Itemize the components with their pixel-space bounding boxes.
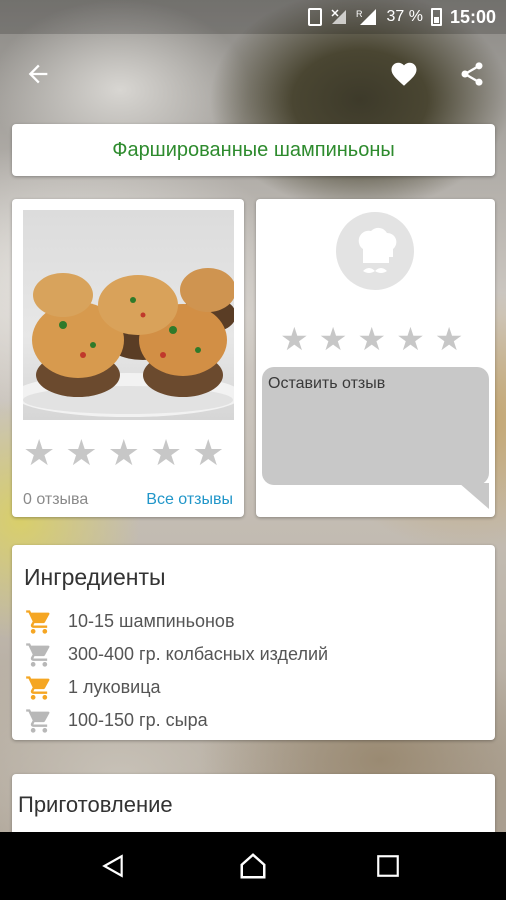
clock: 15:00 — [449, 6, 496, 27]
ingredient-item: 10-15 шампиньонов — [24, 605, 328, 638]
star-icon: ★ — [23, 432, 56, 473]
recipe-title-card: Фаршированные шампиньоны — [12, 124, 495, 176]
battery-icon — [430, 8, 442, 26]
ingredients-title: Ингредиенты — [24, 564, 166, 590]
ingredients-card: Ингредиенты 10-15 шампиньонов 300-400 гр.… — [12, 545, 495, 740]
nav-recents-icon[interactable] — [372, 850, 404, 882]
cart-icon[interactable] — [24, 707, 54, 735]
navigation-bar — [0, 832, 506, 900]
star-icon: ★ — [192, 432, 225, 473]
app-bar — [0, 40, 506, 110]
arrow-left-icon[interactable] — [20, 56, 56, 92]
review-rating-input[interactable]: ★ ★ ★ ★ ★ — [280, 323, 463, 355]
share-icon[interactable] — [454, 56, 490, 92]
star-icon: ★ — [149, 432, 183, 473]
no-signal-icon — [331, 9, 347, 24]
recipe-photo[interactable] — [23, 210, 234, 420]
all-reviews-link[interactable]: Все отзывы — [146, 491, 233, 509]
battery-percent: 37 % — [386, 8, 423, 25]
heart-icon[interactable] — [386, 56, 422, 92]
ingredient-text: 100-150 гр. сыра — [68, 710, 208, 730]
star-icon: ★ — [65, 432, 98, 473]
status-bar: R 37 % 15:00 — [0, 0, 506, 34]
ingredient-text: 10-15 шампиньонов — [68, 611, 235, 631]
ingredient-text: 1 луковица — [68, 677, 161, 697]
ingredients-list: 10-15 шампиньонов 300-400 гр. колбасных и… — [24, 605, 328, 737]
review-card: ★ ★ ★ ★ ★ Оставить отзыв — [256, 199, 495, 517]
ingredient-text: 300-400 гр. колбасных изделий — [68, 644, 329, 664]
cart-icon[interactable] — [24, 608, 54, 636]
star-icon[interactable]: ★ — [435, 323, 464, 355]
chef-icon — [336, 212, 414, 290]
cart-icon[interactable] — [24, 674, 54, 702]
cart-icon[interactable] — [24, 641, 54, 669]
signal-roaming-icon: R — [356, 9, 377, 25]
preparation-title: Приготовление — [18, 792, 173, 817]
review-placeholder: Оставить отзыв — [268, 375, 386, 392]
ingredient-item: 1 луковица — [24, 671, 328, 704]
recipe-title: Фаршированные шампиньоны — [112, 138, 395, 161]
recipe-rating: ★ ★ ★ ★ ★ — [23, 435, 224, 471]
nav-back-icon[interactable] — [97, 850, 129, 882]
preparation-card: Приготовление — [12, 774, 495, 834]
star-icon: ★ — [107, 432, 140, 473]
star-icon[interactable]: ★ — [280, 323, 309, 355]
reviews-count: 0 отзыва — [23, 491, 89, 508]
recipe-photo-card: ★ ★ ★ ★ ★ 0 отзыва Все отзывы — [12, 199, 244, 517]
ingredient-item: 300-400 гр. колбасных изделий — [24, 638, 328, 671]
star-icon[interactable]: ★ — [357, 323, 386, 355]
star-icon[interactable]: ★ — [319, 323, 348, 355]
ingredient-item: 100-150 гр. сыра — [24, 704, 328, 737]
nav-home-icon[interactable] — [237, 850, 269, 882]
svg-text:R: R — [356, 9, 363, 19]
star-icon[interactable]: ★ — [396, 323, 425, 355]
vibrate-icon — [308, 8, 323, 26]
bubble-tail — [459, 483, 489, 509]
